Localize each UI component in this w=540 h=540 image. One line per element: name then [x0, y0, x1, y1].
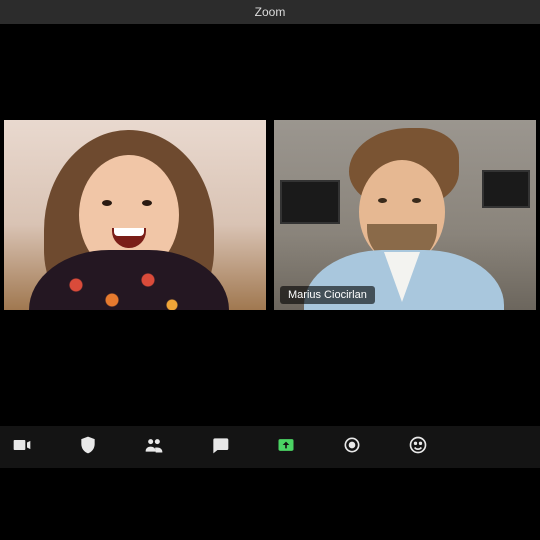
participants-button[interactable]: [142, 435, 166, 459]
participant-tile[interactable]: [4, 120, 266, 310]
video-grid: Marius Ciocirlan: [0, 120, 540, 310]
participants-icon: [144, 435, 164, 460]
shield-icon: [78, 435, 98, 460]
chat-button[interactable]: [208, 435, 232, 459]
share-screen-button[interactable]: [274, 435, 298, 459]
chat-icon: [210, 435, 230, 460]
video-button[interactable]: [10, 435, 34, 459]
record-button[interactable]: [340, 435, 364, 459]
titlebar: Zoom: [0, 0, 540, 24]
participant-video: [274, 120, 536, 310]
participant-tile[interactable]: Marius Ciocirlan: [274, 120, 536, 310]
video-icon: [12, 435, 32, 460]
share-screen-icon: [276, 435, 296, 460]
security-button[interactable]: [76, 435, 100, 459]
record-icon: [342, 435, 362, 460]
participant-video: [4, 120, 266, 310]
window-title: Zoom: [255, 5, 286, 19]
reactions-icon: [408, 435, 428, 460]
participant-name-badge: Marius Ciocirlan: [280, 286, 375, 304]
meeting-toolbar: [0, 426, 540, 468]
reactions-button[interactable]: [406, 435, 430, 459]
zoom-window: Zoom Ma: [0, 0, 540, 540]
